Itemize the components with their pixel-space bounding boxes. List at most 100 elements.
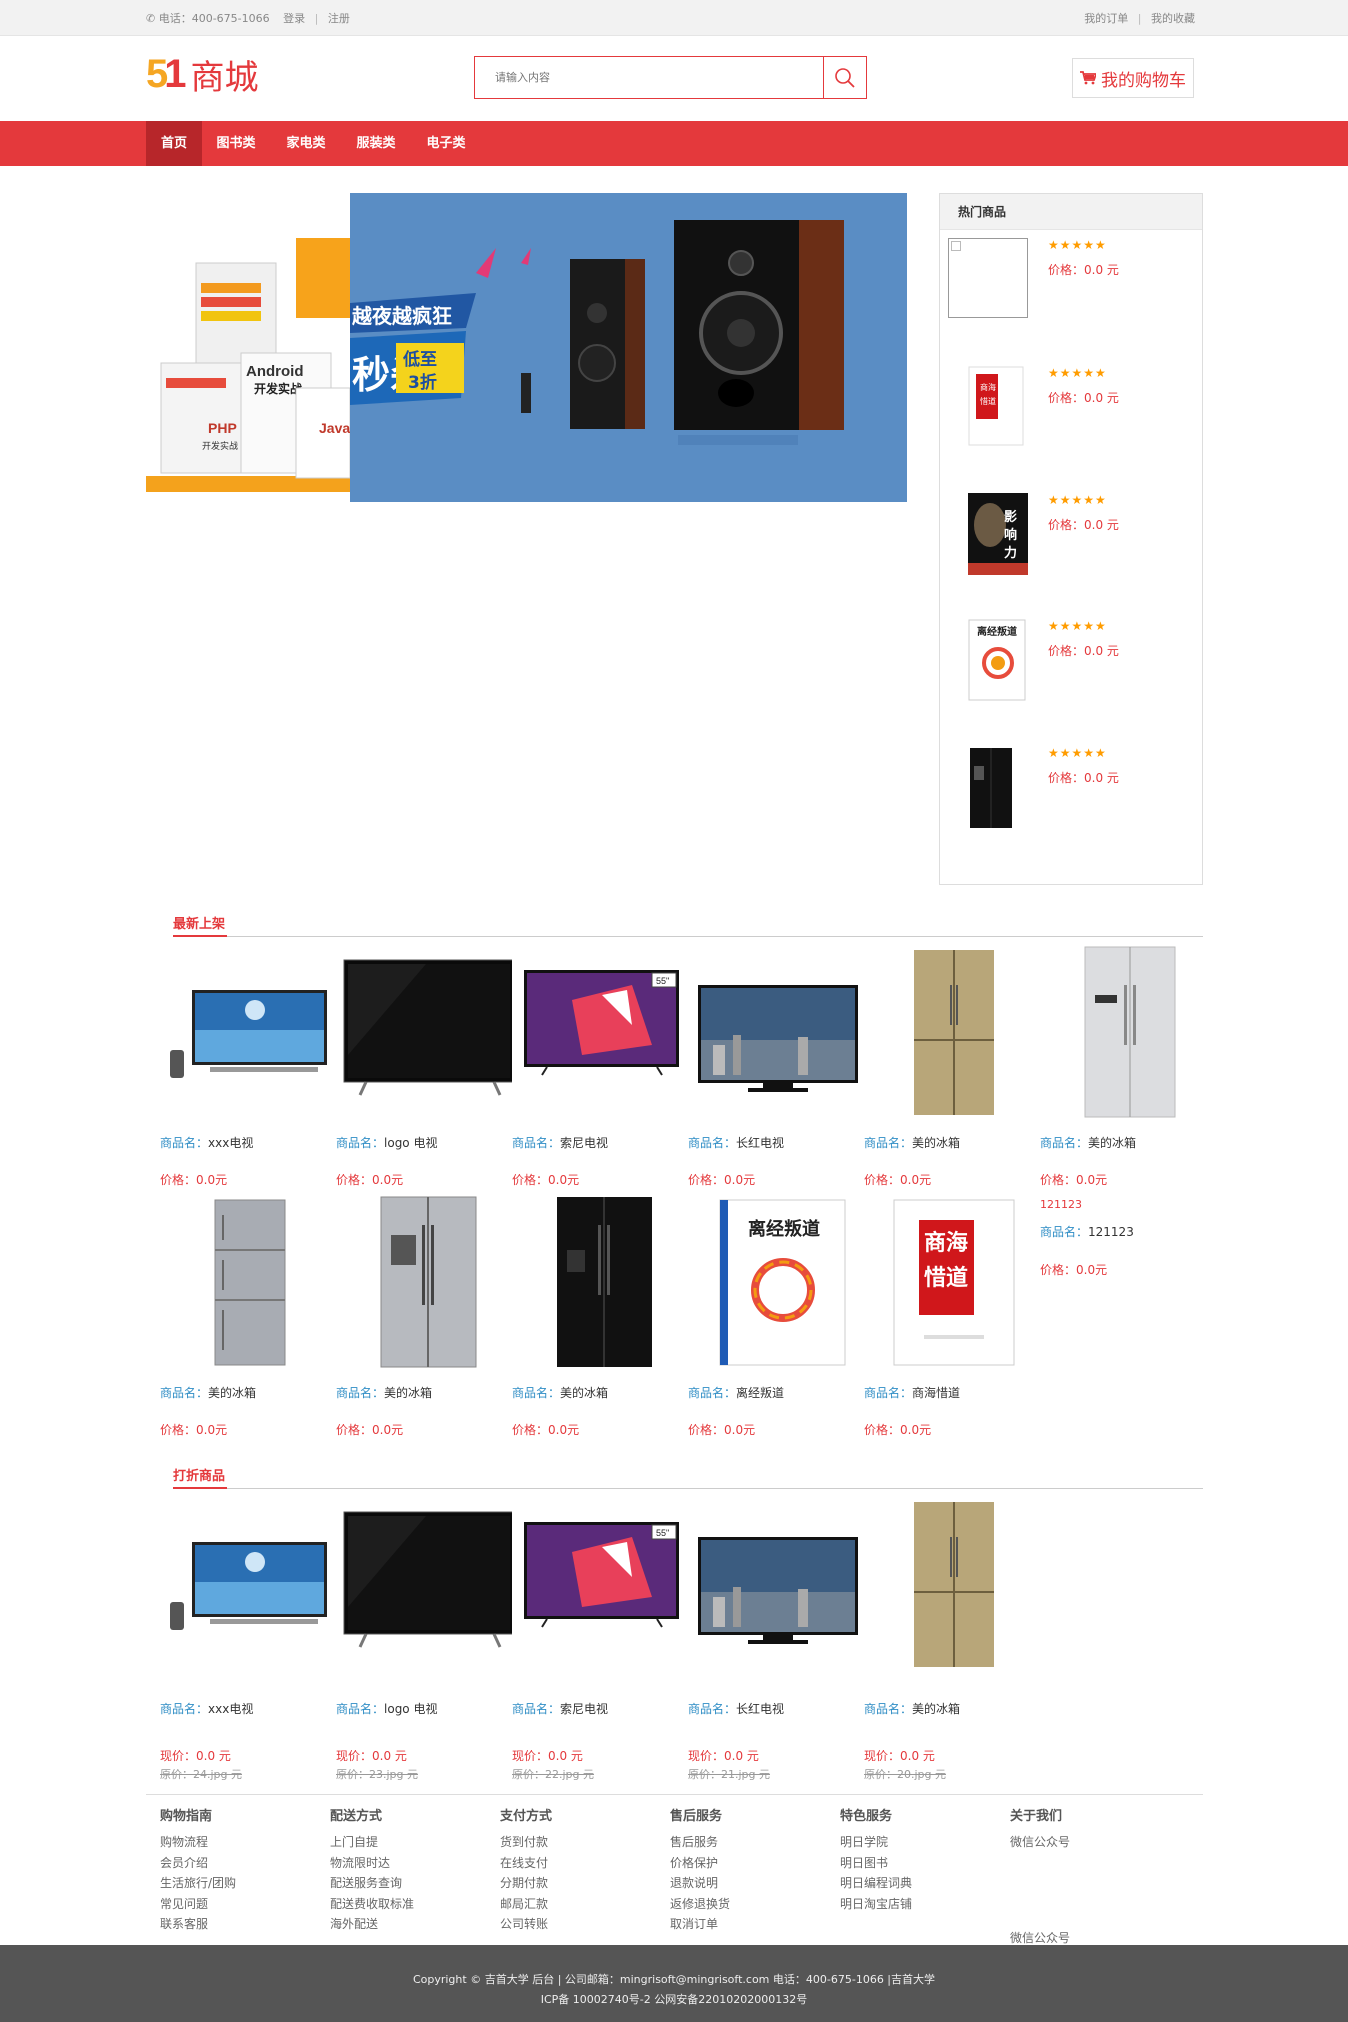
product-image[interactable] [336,1195,512,1370]
footer-link[interactable]: 生活旅行/团购 [160,1873,330,1894]
product-name[interactable]: 商品名：美的冰箱 [864,1134,1040,1151]
product-image[interactable]: 55" [512,1497,688,1672]
cart-label: 我的购物车 [1101,70,1186,91]
footer-column-delivery: 配送方式 上门自提 物流限时达 配送服务查询 配送费收取标准 海外配送 [330,1805,500,1935]
product-card[interactable]: 商品名：美的冰箱 价格：0.0元 [864,945,1040,1188]
promo-banner[interactable]: Android 开发实战 PHP 开发实战 Java 越夜越疯狂 秒杀 低至 3… [146,193,907,502]
footer-link[interactable]: 明日淘宝店铺 [840,1894,1010,1915]
footer-link[interactable]: 联系客服 [160,1914,330,1935]
nav-item-electronics[interactable]: 电子类 [418,121,474,166]
cart-button[interactable]: 我的购物车 [1072,58,1194,98]
product-name[interactable]: 商品名：商海惜道 [864,1384,1040,1401]
hot-item[interactable]: ★★★★★ 价格：0.0 元 [948,746,1196,846]
nav-item-appliances[interactable]: 家电类 [278,121,334,166]
product-image[interactable] [160,945,336,1120]
nav-item-clothing[interactable]: 服装类 [348,121,404,166]
footer-link[interactable]: 价格保护 [670,1853,840,1874]
my-orders-link[interactable]: 我的订单 [1084,12,1128,25]
product-original-price: 原价：23.jpg 元 [336,1768,419,1781]
footer-link[interactable]: 返修退换货 [670,1894,840,1915]
product-name[interactable]: 商品名：xxx电视 [160,1134,336,1151]
product-card[interactable]: 商品名：xxx电视 现价：0.0 元原价：24.jpg 元 [160,1497,336,1782]
product-card[interactable]: 商品名：长红电视 价格：0.0元 [688,945,864,1188]
product-name[interactable]: 商品名：美的冰箱 [1040,1134,1216,1151]
footer-link[interactable]: 公司转账 [500,1914,670,1935]
footer-link[interactable]: 海外配送 [330,1914,500,1935]
footer-link[interactable]: 货到付款 [500,1832,670,1853]
product-image[interactable]: 55" [512,945,688,1120]
footer-link[interactable]: 明日学院 [840,1832,1010,1853]
product-card[interactable]: 离经叛道 商品名：离经叛道 价格：0.0元 [688,1195,864,1438]
product-name[interactable]: 商品名：索尼电视 [512,1700,688,1717]
product-image[interactable] [512,1195,688,1370]
footer-link[interactable]: 微信公众号 [1010,1832,1180,1853]
product-name[interactable]: 商品名：美的冰箱 [336,1384,512,1401]
my-favorites-link[interactable]: 我的收藏 [1151,12,1195,25]
footer-link[interactable]: 售后服务 [670,1832,840,1853]
product-image[interactable] [688,945,864,1120]
product-name[interactable]: 商品名：logo 电视 [336,1134,512,1151]
footer-link[interactable]: 购物流程 [160,1832,330,1853]
footer-link[interactable]: 配送服务查询 [330,1873,500,1894]
product-card[interactable]: 55" 商品名：索尼电视 现价：0.0 元原价：22.jpg 元 [512,1497,688,1782]
product-image[interactable] [160,1195,336,1370]
footer-link[interactable]: 上门自提 [330,1832,500,1853]
product-image[interactable] [160,1497,336,1672]
login-link[interactable]: 登录 [283,12,305,25]
nav-item-books[interactable]: 图书类 [208,121,264,166]
product-image[interactable] [864,1497,1040,1672]
footer-link[interactable]: 分期付款 [500,1873,670,1894]
product-card[interactable]: 商品名：xxx电视 价格：0.0元 [160,945,336,1188]
search-button[interactable] [823,57,866,98]
product-card[interactable]: 商品名：美的冰箱 现价：0.0 元原价：20.jpg 元 [864,1497,1040,1782]
product-image[interactable]: 商海 惜道 [864,1195,1040,1370]
search-input[interactable] [475,57,823,98]
product-card[interactable]: 商品名：logo 电视 价格：0.0元 [336,945,512,1188]
nav-item-home[interactable]: 首页 [146,121,202,166]
product-card[interactable]: 55" 商品名：索尼电视 价格：0.0元 [512,945,688,1188]
footer-link[interactable]: 退款说明 [670,1873,840,1894]
footer-link[interactable]: 明日图书 [840,1853,1010,1874]
product-card[interactable]: 商品名：美的冰箱 价格：0.0元 [512,1195,688,1438]
footer-link[interactable]: 取消订单 [670,1914,840,1935]
product-name[interactable]: 商品名：logo 电视 [336,1700,512,1717]
product-name[interactable]: 商品名：xxx电视 [160,1700,336,1717]
product-image[interactable] [688,1497,864,1672]
product-image[interactable] [864,945,1040,1120]
product-name[interactable]: 商品名：索尼电视 [512,1134,688,1151]
footer-link[interactable]: 在线支付 [500,1853,670,1874]
product-card[interactable]: 商品名：长红电视 现价：0.0 元原价：21.jpg 元 [688,1497,864,1782]
product-price: 价格：0.0元 [864,1423,932,1437]
product-card[interactable]: 商品名：logo 电视 现价：0.0 元原价：23.jpg 元 [336,1497,512,1782]
product-name[interactable]: 商品名：离经叛道 [688,1384,864,1401]
hot-item[interactable]: 离经叛道 ★★★★★ 价格：0.0 元 [948,619,1196,719]
hot-item[interactable]: ★★★★★ 价格：0.0 元 [948,238,1196,338]
product-card[interactable]: 商品名：美的冰箱 价格：0.0元 [1040,945,1216,1188]
register-link[interactable]: 注册 [328,12,350,25]
hot-item[interactable]: 商海 惜道 ★★★★★ 价格：0.0 元 [948,366,1196,466]
hot-price: 价格：0.0 元 [1048,391,1119,405]
footer-divider [146,1794,1203,1795]
product-card[interactable]: 商海 惜道商品名：商海惜道 价格：0.0元 [864,1195,1040,1438]
product-image[interactable]: 离经叛道 [688,1195,864,1370]
footer-link[interactable]: 会员介绍 [160,1853,330,1874]
product-card[interactable]: 121123 商品名：121123 价格：0.0元 [1040,1198,1216,1278]
footer-link[interactable]: 明日编程词典 [840,1873,1010,1894]
product-image[interactable] [1040,945,1216,1120]
product-name[interactable]: 商品名：美的冰箱 [160,1384,336,1401]
product-name[interactable]: 商品名：美的冰箱 [512,1384,688,1401]
site-logo[interactable]: 51 商城 [146,52,259,98]
section-underline [173,935,227,937]
product-card[interactable]: 商品名：美的冰箱 价格：0.0元 [336,1195,512,1438]
product-name[interactable]: 商品名：长红电视 [688,1134,864,1151]
footer-link[interactable]: 常见问题 [160,1894,330,1915]
product-card[interactable]: 商品名：美的冰箱 价格：0.0元 [160,1195,336,1438]
hot-item[interactable]: 影 响 力 ★★★★★ 价格：0.0 元 [948,493,1196,593]
product-image[interactable] [336,1497,512,1672]
product-image[interactable] [336,945,512,1120]
footer-link[interactable]: 邮局汇款 [500,1894,670,1915]
footer-link[interactable]: 配送费收取标准 [330,1894,500,1915]
footer-link[interactable]: 物流限时达 [330,1853,500,1874]
product-name[interactable]: 商品名：美的冰箱 [864,1700,1040,1717]
product-name[interactable]: 商品名：长红电视 [688,1700,864,1717]
